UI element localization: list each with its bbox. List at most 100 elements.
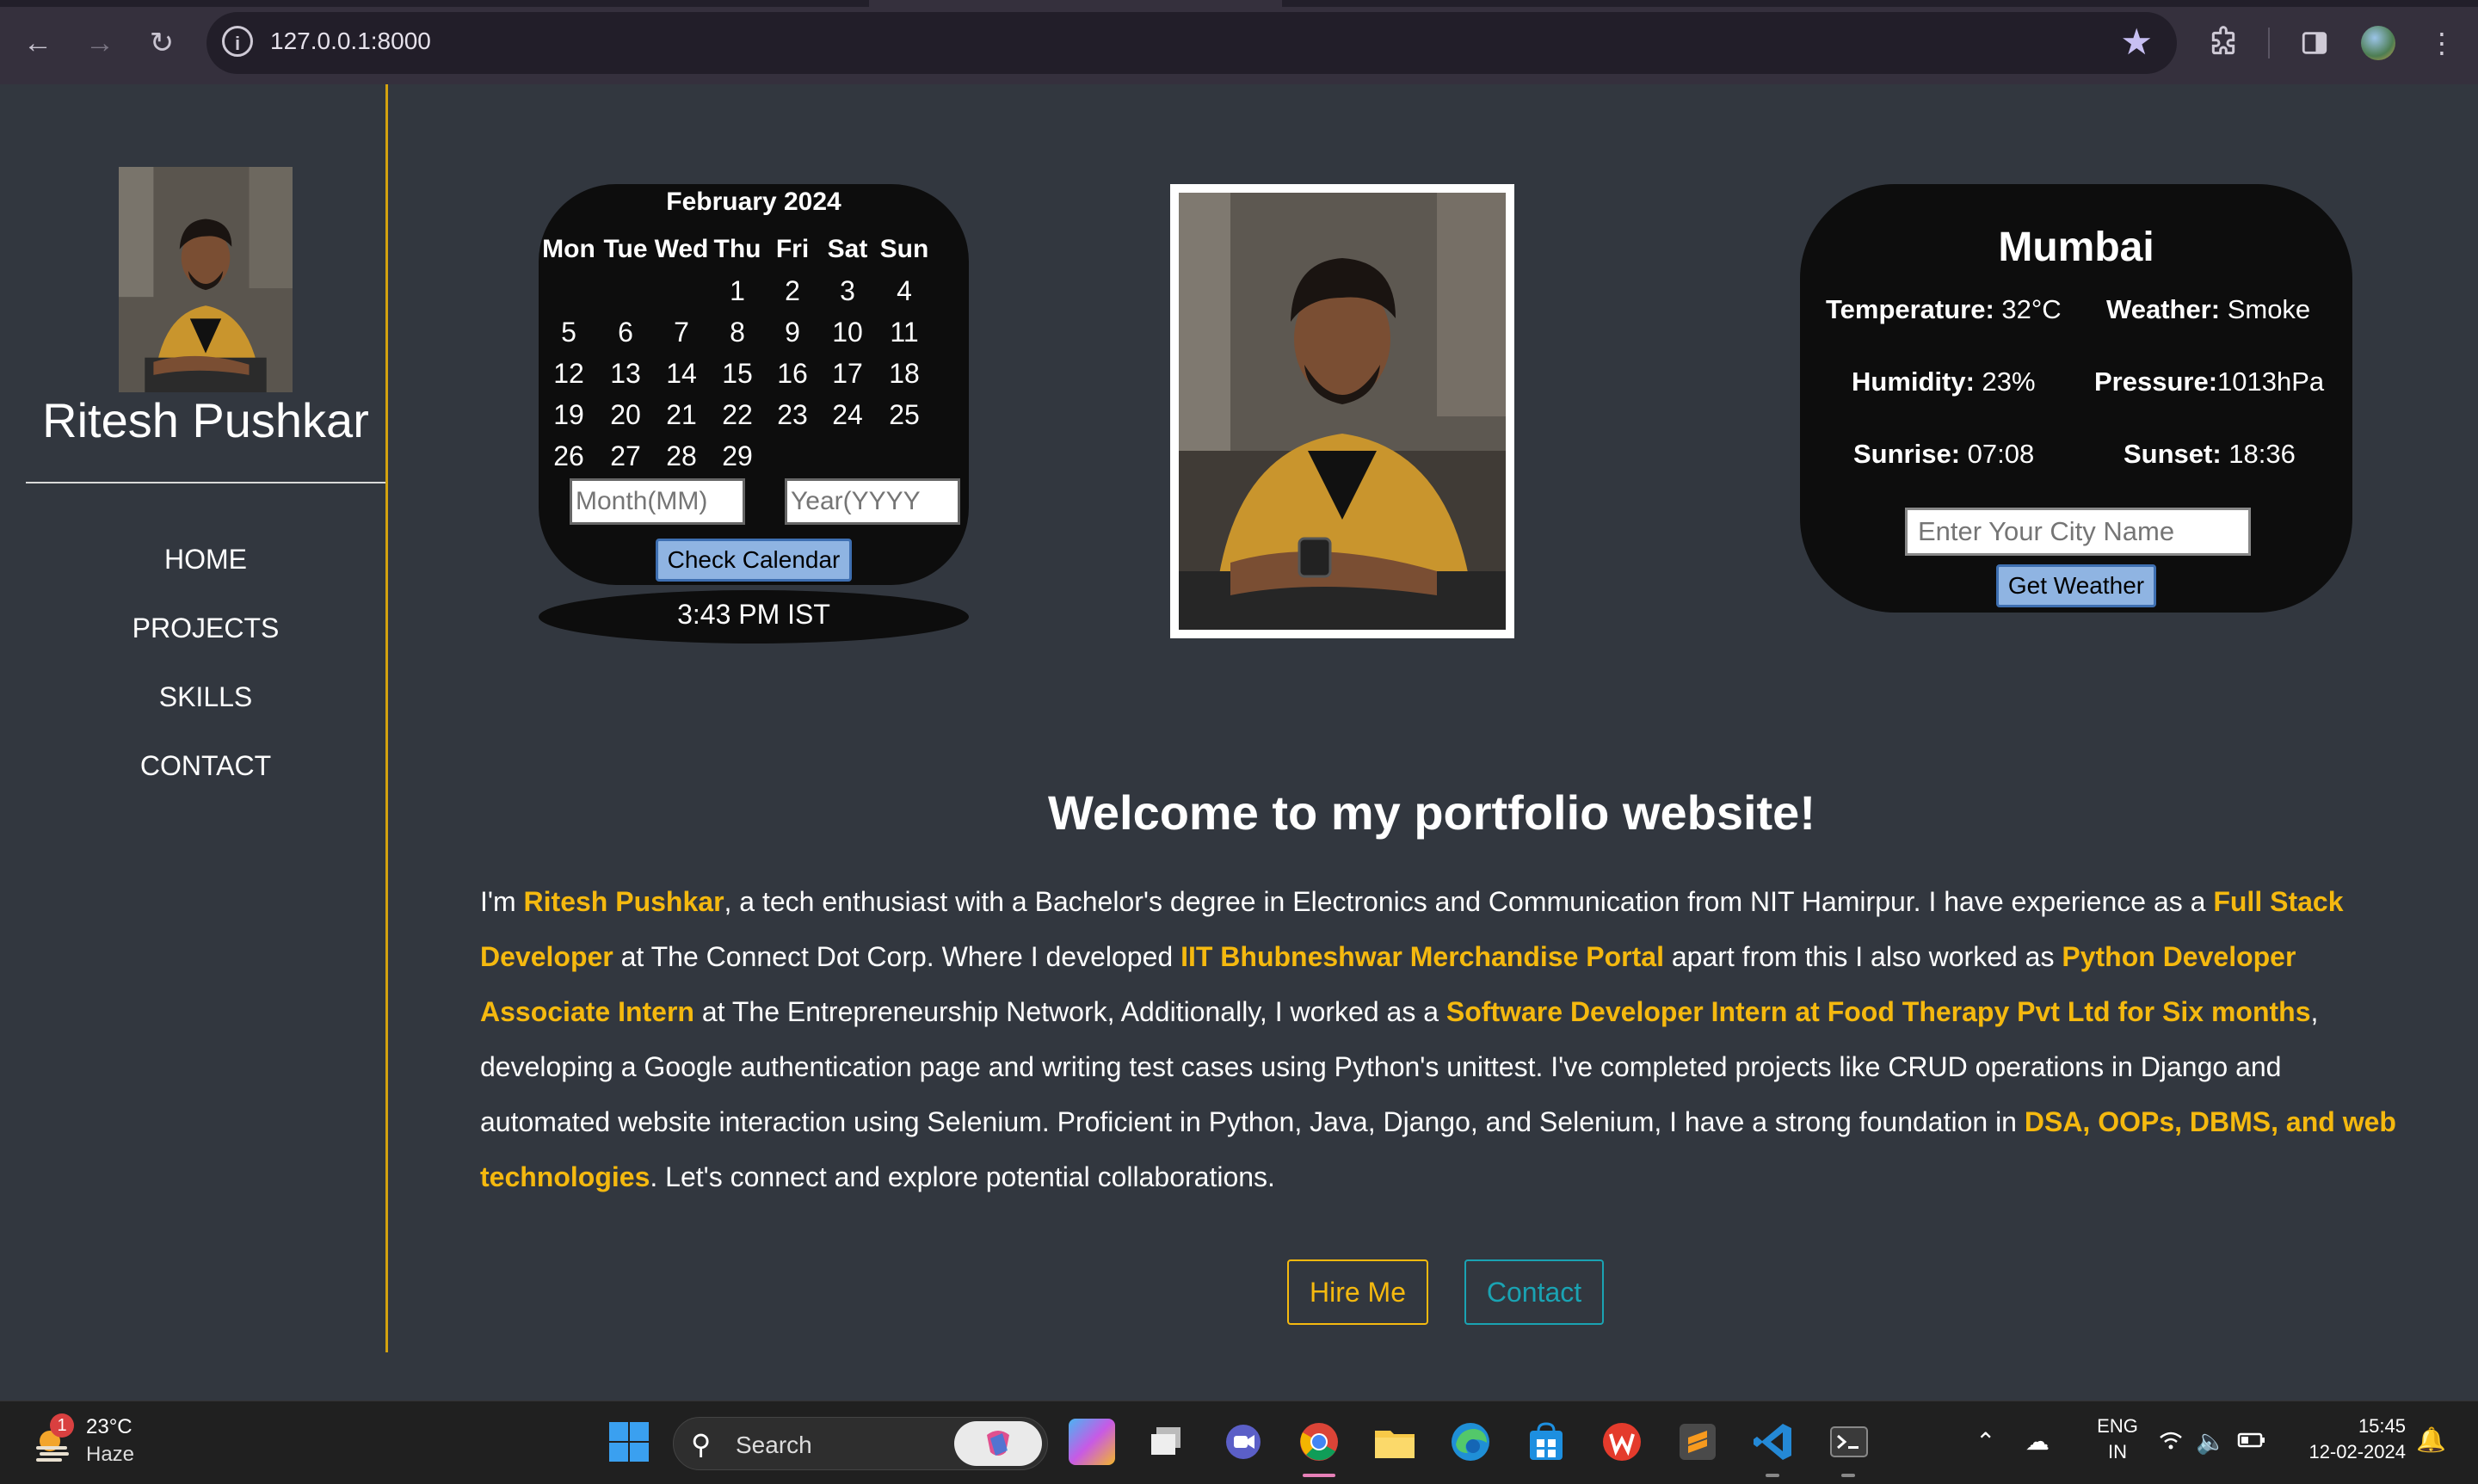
calendar-day: 24 <box>832 399 863 430</box>
calendar-grid: Mon Tue Wed Thu Fri Sat Sun 1 2 3 4 5 6 … <box>539 229 969 477</box>
calendar-day <box>874 435 934 477</box>
back-icon[interactable]: ← <box>15 21 60 65</box>
language-indicator[interactable]: ENG IN <box>2087 1413 2148 1465</box>
notification-badge: 1 <box>50 1413 74 1438</box>
calendar-day <box>652 270 711 311</box>
taskbar-search[interactable]: ⚲ Search <box>673 1417 1048 1470</box>
calendar-day: 18 <box>889 358 920 389</box>
temperature-value: 32°C <box>1994 294 2062 324</box>
calendar-day: 25 <box>889 399 920 430</box>
calendar-day: 23 <box>777 399 808 430</box>
month-input[interactable] <box>570 478 745 525</box>
copilot-icon[interactable] <box>954 1421 1042 1466</box>
calendar-day: 20 <box>610 399 641 430</box>
calendar-day: 27 <box>610 440 641 471</box>
temperature-item: Temperature: 32°C <box>1826 294 2062 325</box>
highlight-text: Software Developer Intern at Food Therap… <box>1446 996 2311 1027</box>
get-weather-button[interactable]: Get Weather <box>1996 564 2156 607</box>
windows-start-icon[interactable] <box>606 1419 652 1465</box>
calendar-day: 4 <box>897 275 912 306</box>
pressure-item: Pressure:1013hPa <box>2094 366 2324 397</box>
sidebar-nav: HOME PROJECTS SKILLS CONTACT <box>0 525 411 800</box>
weather-widget: Mumbai Temperature: 32°C Weather: Smoke … <box>1800 184 2352 613</box>
calendar-day: 3 <box>840 275 855 306</box>
weekday-label: Mon <box>542 235 595 263</box>
notification-bell-icon[interactable]: 🔔 <box>2416 1426 2446 1454</box>
tab-strip <box>0 0 2478 7</box>
city-input[interactable] <box>1905 508 2251 556</box>
nav-projects[interactable]: PROJECTS <box>0 594 411 662</box>
battery-icon[interactable] <box>2237 1427 2266 1459</box>
calendar-weekday-row: Mon Tue Wed Thu Fri Sat Sun <box>539 229 969 270</box>
bookmark-star-icon[interactable]: ★ <box>2120 21 2153 63</box>
copilot-preview-icon[interactable] <box>1069 1419 1115 1465</box>
weather-value: Smoke <box>2220 294 2311 324</box>
reload-icon[interactable]: ↻ <box>139 21 184 65</box>
calendar-day: 14 <box>666 358 697 389</box>
calendar-day: 22 <box>722 399 753 430</box>
welcome-heading: Welcome to my portfolio website! <box>1048 785 1815 840</box>
calendar-week-row: 12 13 14 15 16 17 18 <box>539 353 969 394</box>
sunrise-item: Sunrise: 07:08 <box>1853 439 2034 470</box>
onedrive-cloud-icon[interactable]: ☁ <box>2025 1427 2050 1456</box>
side-panel-icon[interactable] <box>2292 21 2337 65</box>
edge-icon[interactable] <box>1447 1419 1494 1465</box>
nav-contact[interactable]: CONTACT <box>0 731 411 800</box>
calendar-day <box>764 435 821 477</box>
calendar-day: 9 <box>785 317 800 348</box>
file-explorer-icon[interactable] <box>1372 1419 1418 1465</box>
weekday-label: Tue <box>603 235 648 263</box>
humidity-label: Humidity: <box>1852 366 1975 397</box>
active-tab[interactable] <box>869 0 1282 7</box>
language-code: ENG <box>2097 1415 2138 1437</box>
site-info-icon[interactable]: i <box>222 26 253 57</box>
wifi-icon[interactable] <box>2158 1427 2184 1459</box>
forward-icon[interactable]: → <box>77 21 122 65</box>
calendar-week-row: 19 20 21 22 23 24 25 <box>539 394 969 435</box>
wps-office-icon[interactable] <box>1599 1419 1645 1465</box>
highlight-text: Ritesh Pushkar <box>523 886 724 917</box>
calendar-title: February 2024 <box>666 188 841 216</box>
taskbar-weather-condition[interactable]: Haze <box>86 1443 134 1467</box>
taskbar-temperature[interactable]: 23°C <box>86 1415 133 1439</box>
search-label: Search <box>736 1432 812 1458</box>
vscode-icon[interactable] <box>1750 1419 1797 1465</box>
task-view-icon[interactable] <box>1144 1419 1191 1465</box>
check-calendar-button[interactable]: Check Calendar <box>656 539 852 582</box>
calendar-day: 8 <box>730 317 745 348</box>
pressure-value: 1013hPa <box>2217 366 2325 397</box>
teams-meet-icon[interactable] <box>1220 1419 1267 1465</box>
browser-toolbar: ← → ↻ i 127.0.0.1:8000 ★ ⋮ <box>0 0 2478 84</box>
hire-me-button[interactable]: Hire Me <box>1287 1259 1428 1325</box>
show-hidden-icons-chevron-icon[interactable]: ⌃ <box>1976 1427 1995 1456</box>
calendar-day: 19 <box>553 399 584 430</box>
chrome-icon[interactable] <box>1296 1419 1342 1465</box>
terminal-icon[interactable] <box>1826 1419 1872 1465</box>
about-text: . Let's connect and explore potential co… <box>650 1161 1275 1192</box>
about-text: at The Connect Dot Corp. Where I develop… <box>613 941 1181 972</box>
clock-display: 3:43 PM IST <box>539 590 969 643</box>
pressure-label: Pressure: <box>2094 366 2218 397</box>
ms-store-icon[interactable] <box>1523 1419 1569 1465</box>
about-paragraph: I'm Ritesh Pushkar, a tech enthusiast wi… <box>480 874 2404 1204</box>
menu-kebab-icon[interactable]: ⋮ <box>2419 21 2464 65</box>
weekday-label: Sun <box>879 235 929 263</box>
nav-skills[interactable]: SKILLS <box>0 662 411 731</box>
url-text[interactable]: 127.0.0.1:8000 <box>270 28 431 55</box>
year-input[interactable] <box>785 478 960 525</box>
profile-avatar[interactable] <box>2361 26 2395 60</box>
calendar-day: 29 <box>722 440 753 471</box>
contact-button[interactable]: Contact <box>1464 1259 1604 1325</box>
highlight-text: IIT Bhubneshwar Merchandise Portal <box>1180 941 1664 972</box>
clock-date[interactable]: 15:45 12-02-2024 <box>2289 1413 2406 1465</box>
nav-home[interactable]: HOME <box>0 525 411 594</box>
sidebar-divider <box>26 482 385 483</box>
sublime-text-icon[interactable] <box>1674 1419 1721 1465</box>
calendar-day: 2 <box>785 275 800 306</box>
address-bar[interactable]: i 127.0.0.1:8000 ★ <box>206 12 2177 74</box>
taskbar-date: 12-02-2024 <box>2308 1441 2406 1462</box>
sunset-value: 18:36 <box>2221 439 2296 469</box>
volume-icon[interactable]: 🔈 <box>2196 1427 2226 1456</box>
sunrise-label: Sunrise: <box>1853 439 1961 469</box>
extensions-icon[interactable] <box>2201 21 2246 65</box>
